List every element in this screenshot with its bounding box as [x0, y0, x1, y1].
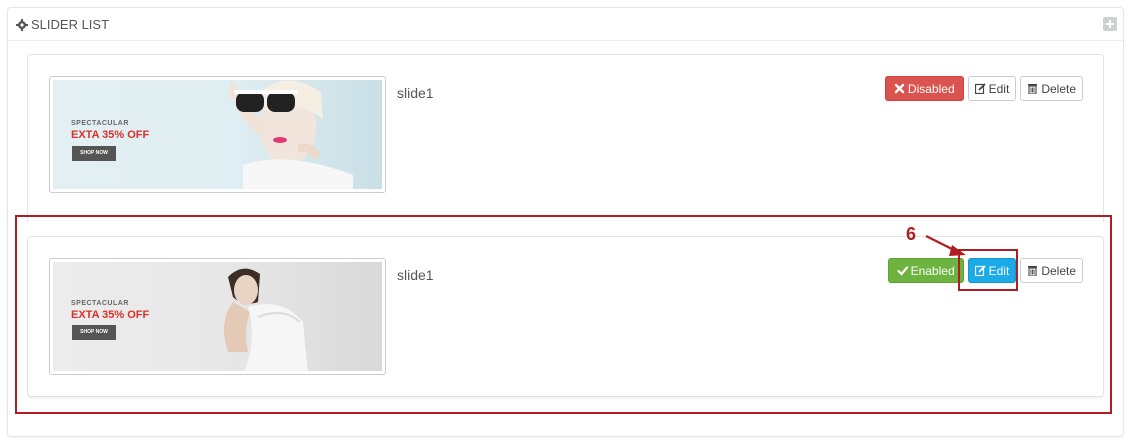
slide-actions: Disabled Edit Delete	[884, 76, 1083, 101]
panel-title-text: SLIDER LIST	[31, 17, 110, 32]
edit-icon	[974, 83, 986, 94]
edit-button[interactable]: Edit	[967, 76, 1017, 101]
promo-tagline: SPECTACULAR	[71, 120, 129, 127]
slide-name: slide1	[397, 85, 434, 101]
panel-header: SLIDER LIST	[8, 8, 1123, 41]
model-image	[228, 80, 353, 189]
arrow-icon	[925, 235, 966, 256]
status-label: Disabled	[907, 81, 955, 96]
gear-icon	[16, 18, 28, 31]
shop-now-label: SHOP NOW	[72, 146, 116, 161]
step-number: 6	[906, 224, 917, 244]
plus-square-icon[interactable]	[1103, 17, 1117, 31]
status-toggle-button[interactable]: Disabled	[884, 76, 964, 101]
delete-label: Delete	[1041, 81, 1076, 96]
promo-headline: EXTA 35% OFF	[71, 129, 150, 141]
edit-label: Edit	[988, 81, 1010, 96]
x-icon	[894, 83, 905, 94]
delete-button[interactable]: Delete	[1020, 76, 1083, 101]
slide-item: SPECTACULAR EXTA 35% OFF SHOP NOW slide1…	[27, 54, 1104, 222]
panel-title: SLIDER LIST	[16, 17, 109, 32]
trash-icon	[1028, 84, 1038, 94]
slide-thumbnail[interactable]: SPECTACULAR EXTA 35% OFF SHOP NOW	[49, 76, 386, 193]
